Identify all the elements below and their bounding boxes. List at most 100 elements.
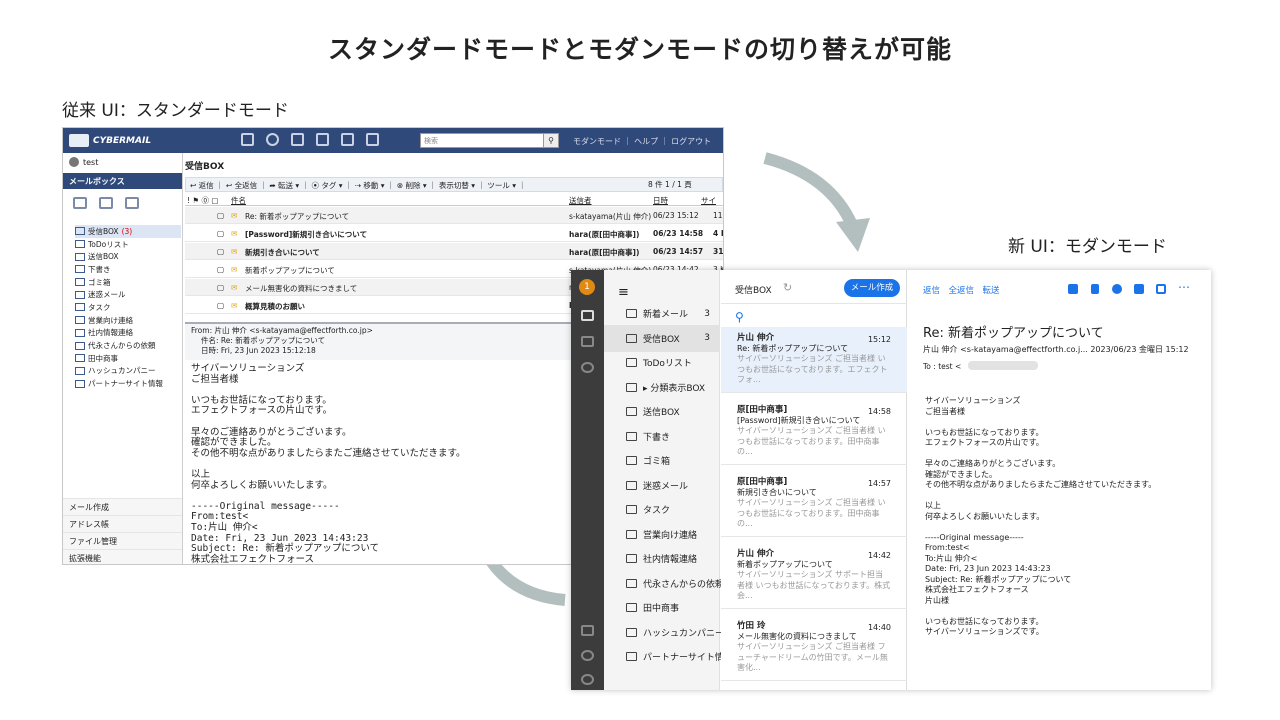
sidebar-item-folder[interactable]: 代永さんからの依頼 (75, 339, 181, 352)
list-item[interactable]: 原[田中商事] 14:57 新規引き合いについて サイバーソリューションズ ご担当者様… (721, 471, 907, 537)
header-links[interactable]: モダンモード ｜ ヘルプ ｜ ログアウト (573, 136, 711, 147)
search-icon[interactable]: ⚲ (543, 133, 559, 148)
folder-label: 社内情報連絡 (643, 555, 698, 565)
folder-icon (626, 456, 637, 465)
folder-item[interactable]: タスク (604, 496, 720, 523)
sidebar-item-folder[interactable]: 社内情報連絡 (75, 327, 181, 340)
trash-icon[interactable] (1091, 284, 1099, 294)
folder-item[interactable]: 下書き (604, 423, 720, 450)
mail-icon[interactable] (291, 133, 304, 146)
gear-icon[interactable] (581, 674, 594, 685)
sidebar-tabs[interactable] (73, 197, 139, 209)
folder-icon (75, 328, 85, 337)
mail-icon[interactable] (581, 310, 594, 321)
message-list-header: 受信BOX ↻ メール作成 (721, 270, 907, 304)
row-checkbox[interactable]: ▢ (217, 229, 224, 238)
folder-icon (626, 480, 637, 490)
list-item[interactable]: 片山 伸介 15:12 Re: 新着ポップアップについて サイバーソリューションズ ご… (721, 327, 907, 393)
folder-label: ToDoリスト (88, 239, 129, 249)
search-icon[interactable]: ⚲ (735, 310, 744, 324)
table-row[interactable]: ▢ ✉ 新規引き合いについて hara(原[田中商事]) 06/23 14:57 31 K (185, 243, 723, 260)
folder-item[interactable]: パートナーサイト情報 (604, 643, 733, 670)
folder-label: ゴミ箱 (88, 277, 111, 287)
row-subject: [Password]新規引き合いについて (245, 230, 368, 239)
list-item[interactable]: 原[田中商事] 14:58 [Password]新規引き合いについて サイバーソリュー… (721, 399, 907, 465)
popout-icon[interactable] (1156, 284, 1166, 294)
compose-icon[interactable] (241, 133, 254, 146)
reply-actions[interactable]: 返信 全返信 転送 (923, 284, 1000, 296)
address-book-icon[interactable] (581, 625, 594, 636)
folder-item[interactable]: 送信BOX (604, 398, 720, 425)
item-time: 15:12 (867, 335, 891, 344)
calendar-icon[interactable] (341, 133, 354, 146)
sidebar-item-folder[interactable]: パートナーサイト情報 (75, 377, 181, 390)
folder-icon (626, 603, 637, 612)
envelope-icon: ✉ (231, 283, 238, 292)
cloud-icon[interactable] (581, 650, 594, 661)
sidebar-item-folder[interactable]: ToDoリスト (75, 238, 181, 251)
folder-item[interactable]: ゴミ箱 (604, 447, 720, 474)
folder-item[interactable]: 代永さんからの依頼 (604, 570, 724, 597)
folder-item[interactable]: ハッシュカンパニー (604, 619, 724, 646)
sidebar-item-folder[interactable]: 田中商事 (75, 352, 181, 365)
folder-label: 田中商事 (88, 353, 118, 363)
folder-icon (626, 529, 637, 539)
table-row[interactable]: ▢ ✉ [Password]新規引き合いについて hara(原[田中商事]) 06/23… (185, 225, 723, 242)
bottom-menu-item[interactable]: 拡張機能 (63, 549, 182, 564)
folder-item[interactable]: 営業向け連絡 (604, 521, 720, 548)
sidebar-item-folder[interactable]: 送信BOX (75, 250, 181, 263)
folder-item[interactable]: 受信BOX 3 (604, 324, 720, 352)
row-checkbox[interactable]: ▢ (217, 301, 224, 310)
folder-icon (75, 316, 85, 325)
search-input[interactable]: 検索 (420, 133, 544, 148)
folder-label: 営業向け連絡 (88, 315, 133, 325)
list-item[interactable]: 竹田 玲 14:40 メール無害化の資料につきまして サイバーソリューションズ ご担当… (721, 615, 907, 681)
notification-badge[interactable]: 1 (579, 279, 595, 295)
folder-label: 新着メール (643, 310, 689, 320)
folder-count: 3 (704, 308, 710, 319)
item-snippet: サイバーソリューションズ ご担当者様 フューチャードリームの竹田です。メール無害… (737, 642, 888, 672)
sidebar-item-folder[interactable]: 営業向け連絡 (75, 314, 181, 327)
row-checkbox[interactable]: ▢ (217, 283, 224, 292)
from-column[interactable]: 送信者 (569, 195, 592, 206)
item-snippet: サイバーソリューションズ ご担当者様 いつもお世話になっております。田中商事の.… (737, 498, 886, 528)
refresh-icon[interactable]: ↻ (783, 281, 792, 294)
sidebar-item-folder[interactable]: ハッシュカンパニー (75, 365, 181, 378)
folder-item[interactable]: 田中商事 (604, 594, 720, 621)
schedule-icon[interactable] (581, 362, 594, 373)
comment-icon[interactable] (1134, 284, 1144, 294)
sidebar-item-folder[interactable]: ゴミ箱 (75, 276, 181, 289)
address-icon[interactable] (316, 133, 329, 146)
date-column[interactable]: 日時 (653, 195, 668, 206)
row-checkbox[interactable]: ▢ (217, 265, 224, 274)
envelope-icon: ✉ (231, 265, 238, 274)
table-row[interactable]: ▢ ✉ Re: 新着ポップアップについて s-katayama(片山 伸介) 06/23… (185, 207, 723, 224)
folder-item[interactable]: 新着メール 3 (604, 300, 720, 327)
list-item[interactable]: 片山 伸介 14:42 新着ポップアップについて サイバーソリューションズ サポート担… (721, 543, 907, 609)
move-folder-icon[interactable] (1068, 284, 1078, 294)
send-icon[interactable] (581, 336, 594, 347)
folder-item[interactable]: ToDoリスト (604, 349, 720, 376)
sidebar-item-folder[interactable]: 受信BOX (3) (75, 225, 181, 238)
bottom-menu-item[interactable]: ファイル管理 (63, 532, 182, 549)
row-checkbox[interactable]: ▢ (217, 247, 224, 256)
pager: 8 件 1 / 1 頁 (648, 180, 692, 189)
settings-icon[interactable] (366, 133, 379, 146)
bottom-menu-item[interactable]: アドレス帳 (63, 515, 182, 532)
sidebar-item-folder[interactable]: 下書き (75, 263, 181, 276)
compose-button[interactable]: メール作成 (844, 279, 900, 297)
bottom-menu-item[interactable]: メール作成 (63, 498, 182, 515)
alert-icon[interactable] (1112, 284, 1122, 294)
hamburger-menu-icon[interactable]: ≡ (618, 285, 629, 300)
more-icon[interactable]: ⋯ (1178, 280, 1190, 294)
classic-toolbar[interactable]: ↩ 返信 ｜ ↩ 全返信 ｜ ➦ 転送 ▾ ｜ ⦿ タグ ▾ ｜ ⇢ 移動 ▾ … (185, 177, 723, 192)
folder-icon (75, 240, 85, 249)
sidebar-item-folder[interactable]: タスク (75, 301, 181, 314)
subject-column[interactable]: 件名 (231, 195, 246, 206)
row-checkbox[interactable]: ▢ (217, 211, 224, 220)
folder-item[interactable]: 社内情報連絡 (604, 545, 720, 572)
refresh-icon[interactable] (266, 133, 279, 146)
sidebar-item-folder[interactable]: 迷惑メール (75, 288, 181, 301)
folder-item[interactable]: 迷惑メール (604, 472, 720, 499)
folder-item[interactable]: ▸ 分類表示BOX (604, 374, 720, 401)
